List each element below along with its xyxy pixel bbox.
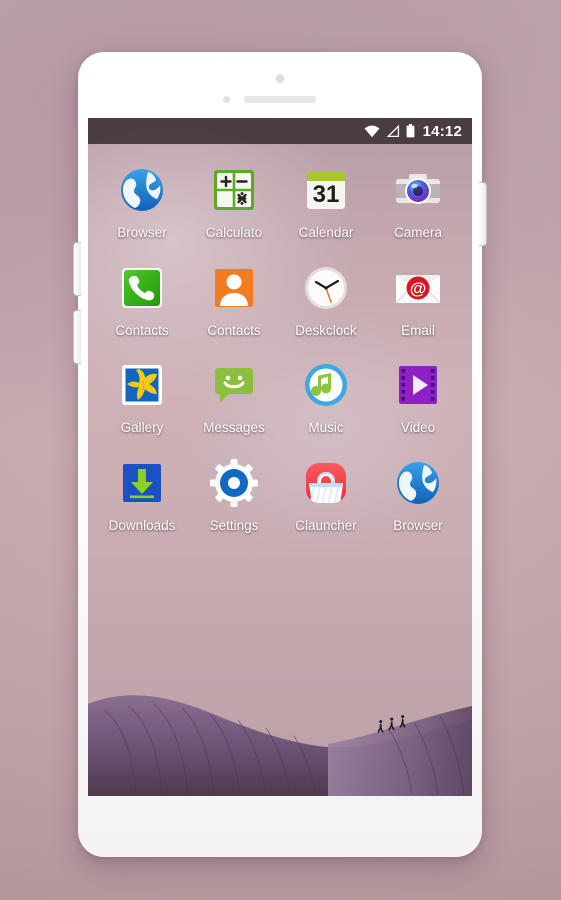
phone-dialer-icon	[114, 260, 170, 316]
clauncher-basket-icon	[298, 455, 354, 511]
earpiece-speaker-icon	[244, 96, 316, 103]
camera-icon	[390, 162, 446, 218]
app-label: Downloads	[108, 517, 176, 533]
video-film-icon	[390, 357, 446, 413]
app-label: Calendar	[298, 225, 354, 240]
signal-icon	[386, 124, 400, 138]
volume-down-key[interactable]	[73, 310, 81, 364]
app-contacts-dialer[interactable]: Contacts	[96, 260, 188, 338]
app-settings[interactable]: Settings	[188, 455, 280, 533]
download-arrow-icon	[114, 455, 170, 511]
app-gallery[interactable]: Gallery	[96, 357, 188, 435]
power-key[interactable]	[479, 182, 487, 246]
settings-gear-icon	[206, 455, 262, 511]
app-label: Gallery	[120, 420, 164, 435]
email-envelope-icon: @	[390, 260, 446, 316]
app-label: Calculato	[205, 225, 263, 240]
browser-globe-icon	[114, 162, 170, 218]
app-label: Browser	[393, 517, 443, 533]
app-label: Deskclock	[295, 322, 357, 338]
proximity-sensor-icon	[223, 96, 230, 103]
app-video[interactable]: Video	[372, 357, 464, 435]
app-label: Music	[308, 420, 344, 435]
app-label: Camera	[393, 225, 442, 240]
app-camera[interactable]: Camera	[372, 162, 464, 240]
app-contacts-people[interactable]: Contacts	[188, 260, 280, 338]
app-downloads[interactable]: Downloads	[96, 455, 188, 533]
app-label: Contacts	[207, 322, 261, 338]
calculator-icon	[206, 162, 262, 218]
analog-clock-icon	[298, 260, 354, 316]
app-browser-2[interactable]: Browser	[372, 455, 464, 533]
app-label: Video	[400, 420, 436, 435]
svg-text:@: @	[410, 279, 427, 298]
front-camera-icon	[275, 74, 285, 83]
volume-up-key[interactable]	[73, 242, 81, 296]
app-calculator[interactable]: Calculato	[188, 162, 280, 240]
wifi-icon	[364, 125, 380, 138]
dunes-illustration	[88, 666, 472, 796]
app-label: Contacts	[115, 322, 169, 338]
app-grid: Browser Calculato 31 Calendar Camera Con…	[88, 148, 472, 532]
browser-globe-icon	[390, 455, 446, 511]
status-bar-clock: 14:12	[422, 122, 462, 140]
battery-icon	[406, 124, 415, 138]
contacts-person-icon	[206, 260, 262, 316]
app-label: Email	[401, 322, 435, 338]
phone-screen[interactable]: 14:12 Browser Calculato 31 Calendar Came…	[88, 118, 472, 796]
status-bar[interactable]: 14:12	[88, 118, 472, 144]
app-deskclock[interactable]: Deskclock	[280, 260, 372, 338]
gallery-flower-icon	[114, 357, 170, 413]
phone-device: 14:12 Browser Calculato 31 Calendar Came…	[73, 52, 487, 857]
app-messages[interactable]: Messages	[188, 357, 280, 435]
music-note-icon	[298, 357, 354, 413]
app-label: Clauncher	[295, 517, 357, 533]
messages-bubble-icon	[206, 357, 262, 413]
app-calendar[interactable]: 31 Calendar	[280, 162, 372, 240]
app-clauncher[interactable]: Clauncher	[280, 455, 372, 533]
app-label: Messages	[203, 420, 265, 435]
app-label: Settings	[209, 517, 259, 533]
app-email[interactable]: @ Email	[372, 260, 464, 338]
app-browser[interactable]: Browser	[96, 162, 188, 240]
svg-text:31: 31	[313, 181, 340, 208]
calendar-31-icon: 31	[298, 162, 354, 218]
app-label: Browser	[117, 225, 167, 240]
app-music[interactable]: Music	[280, 357, 372, 435]
